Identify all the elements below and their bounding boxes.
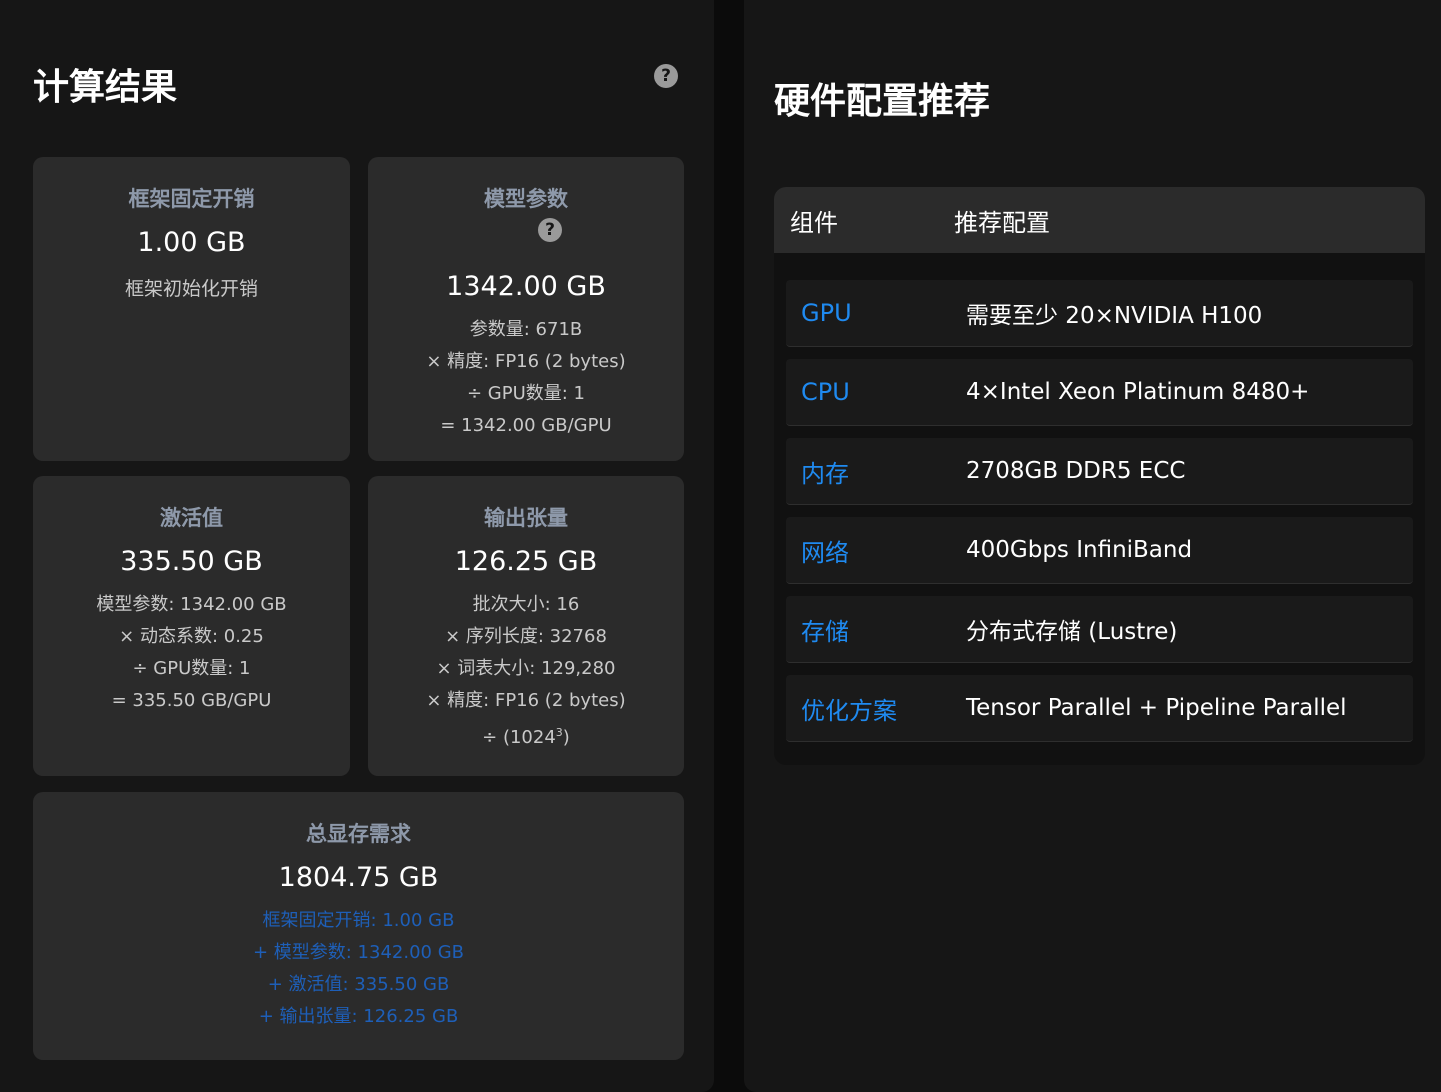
row-component: 内存 [801,459,849,488]
activations-card: 激活值 335.50 GB 模型参数: 1342.00 GB × 动态系数: 0… [33,476,350,776]
calc-line: 模型参数: 1342.00 GB [96,594,287,615]
exponent: 3 [555,726,563,739]
card-title: 框架固定开销 [128,187,255,211]
calc-line: × 精度: FP16 (2 bytes) [426,690,626,711]
model-params-card: 模型参数 ? 1342.00 GB 参数量: 671B × 精度: FP16 (… [368,157,684,461]
card-value: 335.50 GB [120,546,263,577]
row-spec: 需要至少 20×NVIDIA H100 [966,303,1263,329]
table-header: 组件 推荐配置 [774,187,1425,253]
card-value: 126.25 GB [454,546,598,577]
card-title: 模型参数 [484,187,568,211]
calc-line: 批次大小: 16 [472,594,580,615]
calc-line: ÷ (10243) [368,717,684,754]
card-value: 1.00 GB [137,227,246,258]
row-spec: 4×Intel Xeon Platinum 8480+ [966,379,1310,405]
calc-lines: 模型参数: 1342.00 GB × 动态系数: 0.25 ÷ GPU数量: 1… [33,589,350,717]
row-component: 网络 [801,538,849,567]
calc-lines: 批次大小: 16 × 序列长度: 32768 × 词表大小: 129,280 ×… [368,589,684,754]
calc-line: × 精度: FP16 (2 bytes) [426,351,626,372]
table-row: 网络 400Gbps InfiniBand [786,517,1413,584]
calc-line-part: ÷ (1024 [482,727,556,748]
row-spec: 400Gbps InfiniBand [966,537,1193,563]
results-title: 计算结果 [33,67,178,108]
card-title: 激活值 [160,506,223,530]
header-recommended: 推荐配置 [954,208,1050,237]
results-panel: 计算结果 ? 框架固定开销 1.00 GB 框架初始化开销 模型参数 ? 134… [0,0,714,1092]
calc-line: + 激活值: 335.50 GB [267,974,450,995]
row-spec: 分布式存储 (Lustre) [966,619,1178,645]
row-spec: Tensor Parallel + Pipeline Parallel [966,695,1347,721]
calc-line: = 335.50 GB/GPU [111,690,272,711]
calc-line: 参数量: 671B [469,319,583,340]
calc-line: × 词表大小: 129,280 [436,658,616,679]
header-component: 组件 [790,208,838,237]
row-component: 优化方案 [801,696,897,725]
table-row: CPU 4×Intel Xeon Platinum 8480+ [786,359,1413,426]
card-title: 总显存需求 [306,822,411,846]
table-row: 内存 2708GB DDR5 ECC [786,438,1413,505]
calc-line: + 输出张量: 126.25 GB [258,1006,459,1027]
calc-line-part: ) [562,727,570,748]
calc-lines: 框架固定开销: 1.00 GB + 模型参数: 1342.00 GB + 激活值… [33,905,684,1033]
framework-overhead-card: 框架固定开销 1.00 GB 框架初始化开销 [33,157,350,461]
row-spec: 2708GB DDR5 ECC [966,458,1186,484]
calc-line: 框架固定开销: 1.00 GB [262,910,455,931]
calc-line: × 动态系数: 0.25 [119,626,264,647]
calc-line: = 1342.00 GB/GPU [440,415,612,436]
row-component: CPU [801,378,850,406]
output-tensor-card: 输出张量 126.25 GB 批次大小: 16 × 序列长度: 32768 × … [368,476,684,776]
question-circle-icon[interactable]: ? [538,218,562,242]
table-row: 优化方案 Tensor Parallel + Pipeline Parallel [786,675,1413,742]
hardware-table: 组件 推荐配置 GPU 需要至少 20×NVIDIA H100 CPU 4×In… [774,187,1425,765]
card-value: 1804.75 GB [278,862,439,893]
card-description: 框架初始化开销 [124,278,258,300]
card-value: 1342.00 GB [446,271,606,302]
question-circle-icon[interactable]: ? [654,64,678,88]
hardware-title: 硬件配置推荐 [774,81,991,122]
calc-line: ÷ GPU数量: 1 [132,658,251,679]
row-component: GPU [801,299,852,327]
card-title: 输出张量 [484,506,568,530]
total-vram-card: 总显存需求 1804.75 GB 框架固定开销: 1.00 GB + 模型参数:… [33,792,684,1060]
table-row: 存储 分布式存储 (Lustre) [786,596,1413,663]
calc-lines: 参数量: 671B × 精度: FP16 (2 bytes) ÷ GPU数量: … [368,314,684,442]
calc-line: ÷ GPU数量: 1 [466,383,586,404]
calc-line: + 模型参数: 1342.00 GB [252,942,465,963]
row-component: 存储 [801,617,849,646]
calc-line: × 序列长度: 32768 [445,626,607,647]
hardware-panel: 硬件配置推荐 组件 推荐配置 GPU 需要至少 20×NVIDIA H100 C… [744,0,1441,1092]
table-row: GPU 需要至少 20×NVIDIA H100 [786,280,1413,347]
